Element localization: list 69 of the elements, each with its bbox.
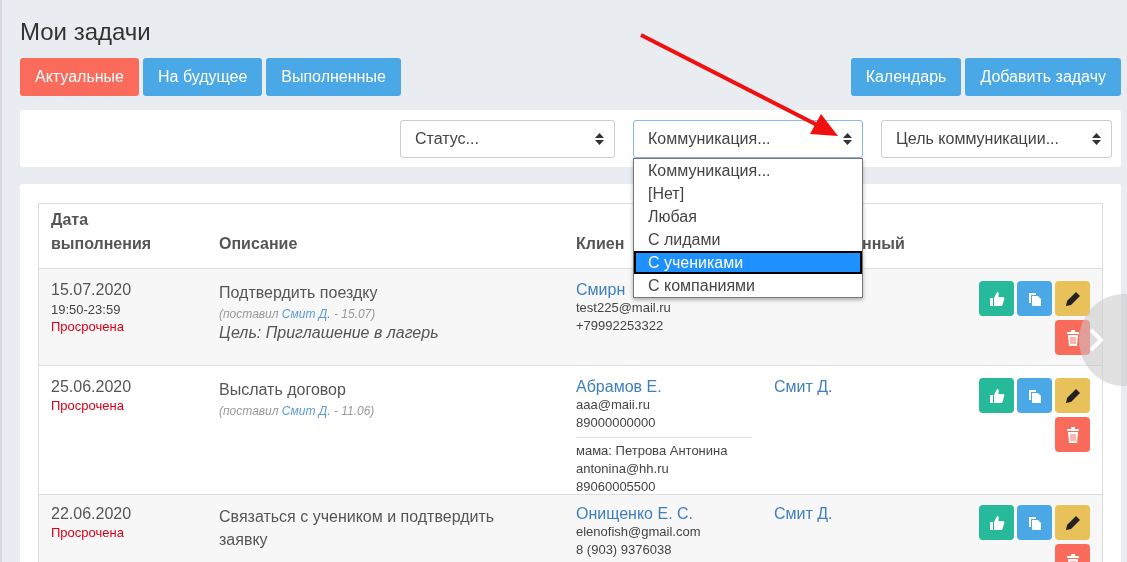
client-contact: test225@mail.ru: [576, 299, 672, 317]
dropdown-option[interactable]: С лидами: [634, 227, 862, 251]
assigner-link[interactable]: Смит Д.: [281, 404, 331, 418]
select-value: Цель коммуникации...: [896, 129, 1059, 148]
dropdown-option[interactable]: [Нет]: [634, 181, 862, 205]
filter-tab[interactable]: На будущее: [143, 58, 263, 96]
parent-contact: 89060005500: [576, 478, 657, 496]
client-contact: aaa@maii.ru: [576, 396, 651, 414]
select-field[interactable]: Статус...: [400, 119, 615, 158]
dropdown-option[interactable]: Коммуникация...: [634, 158, 862, 182]
client-contact: elenofish@gmail.com: [576, 523, 702, 541]
client-link[interactable]: Абрамов Е.: [576, 378, 762, 396]
task-description: Выслать договор: [219, 380, 347, 400]
dropdown-option[interactable]: С компаниями: [634, 273, 862, 297]
approve-button[interactable]: [979, 378, 1014, 413]
pencil-icon: [1064, 514, 1081, 531]
filter-tab[interactable]: Выполненные: [266, 58, 401, 96]
sort-caret-icon: [843, 131, 852, 146]
edit-button[interactable]: [1055, 281, 1090, 316]
trash-icon: [1065, 329, 1080, 346]
task-goal: Цель: Приглашение в лагерь: [219, 324, 440, 342]
dropdown-option[interactable]: С учениками: [634, 250, 862, 274]
task-description: Связаться с учеником и подтвердить заявку: [219, 507, 496, 550]
select-value: Статус...: [415, 129, 479, 148]
due-date: 22.06.2020: [51, 505, 133, 523]
copy-icon: [1026, 290, 1043, 307]
responsible-link[interactable]: Смит Д.: [774, 505, 965, 523]
column-header: Дата выполнения: [51, 211, 152, 252]
pencil-icon: [1064, 290, 1081, 307]
status-label: Просрочена: [51, 398, 125, 413]
pencil-icon: [1064, 387, 1081, 404]
sort-caret-icon: [595, 131, 604, 146]
edit-button[interactable]: [1055, 505, 1090, 540]
assigner-link[interactable]: Смит Д.: [281, 307, 331, 321]
thumbs-up-icon: [988, 514, 1005, 531]
due-date: 15.07.2020: [51, 281, 133, 299]
page-title: Мои задачи: [20, 18, 152, 46]
copy-icon: [1026, 387, 1043, 404]
select-field[interactable]: Цель коммуникации...: [881, 119, 1112, 158]
responsible-link[interactable]: Смит Д.: [774, 378, 965, 396]
column-header: нный: [862, 235, 905, 252]
parent-contact: мама: Петрова Антонина: [576, 442, 729, 460]
column-header: Клиен: [576, 235, 625, 252]
due-date: 25.06.2020: [51, 378, 133, 396]
column-header: Описание: [219, 235, 298, 252]
client-link[interactable]: Онищенко Е. С.: [576, 505, 762, 523]
client-contact: 8 (903) 9376038: [576, 541, 673, 559]
task-description: Подтвердить поездку: [219, 283, 379, 303]
trash-icon: [1065, 426, 1080, 443]
client-contact: +79992253322: [576, 317, 665, 335]
parent-contact: antonina@hh.ru: [576, 460, 670, 478]
select-value: Коммуникация...: [648, 129, 771, 148]
client-contact: 89000000000: [576, 414, 657, 432]
status-label: Просрочена: [51, 319, 125, 334]
copy-icon: [1026, 514, 1043, 531]
sort-caret-icon: [1092, 131, 1101, 146]
edit-button[interactable]: [1055, 378, 1090, 413]
status-label: Просрочена: [51, 525, 125, 540]
action-button[interactable]: Календарь: [850, 58, 962, 96]
thumbs-up-icon: [988, 290, 1005, 307]
assigned-note: (поставил Смит Д. - 15.07): [219, 307, 377, 321]
filter-tab[interactable]: Актуальные: [20, 58, 139, 96]
thumbs-up-icon: [988, 387, 1005, 404]
action-button[interactable]: Добавить задачу: [965, 58, 1121, 96]
assigned-note: (поставил Смит Д. - 11.06): [219, 404, 376, 418]
due-time: 19:50-23:59: [51, 302, 122, 317]
approve-button[interactable]: [979, 505, 1014, 540]
approve-button[interactable]: [979, 281, 1014, 316]
dropdown-option[interactable]: Любая: [634, 204, 862, 228]
